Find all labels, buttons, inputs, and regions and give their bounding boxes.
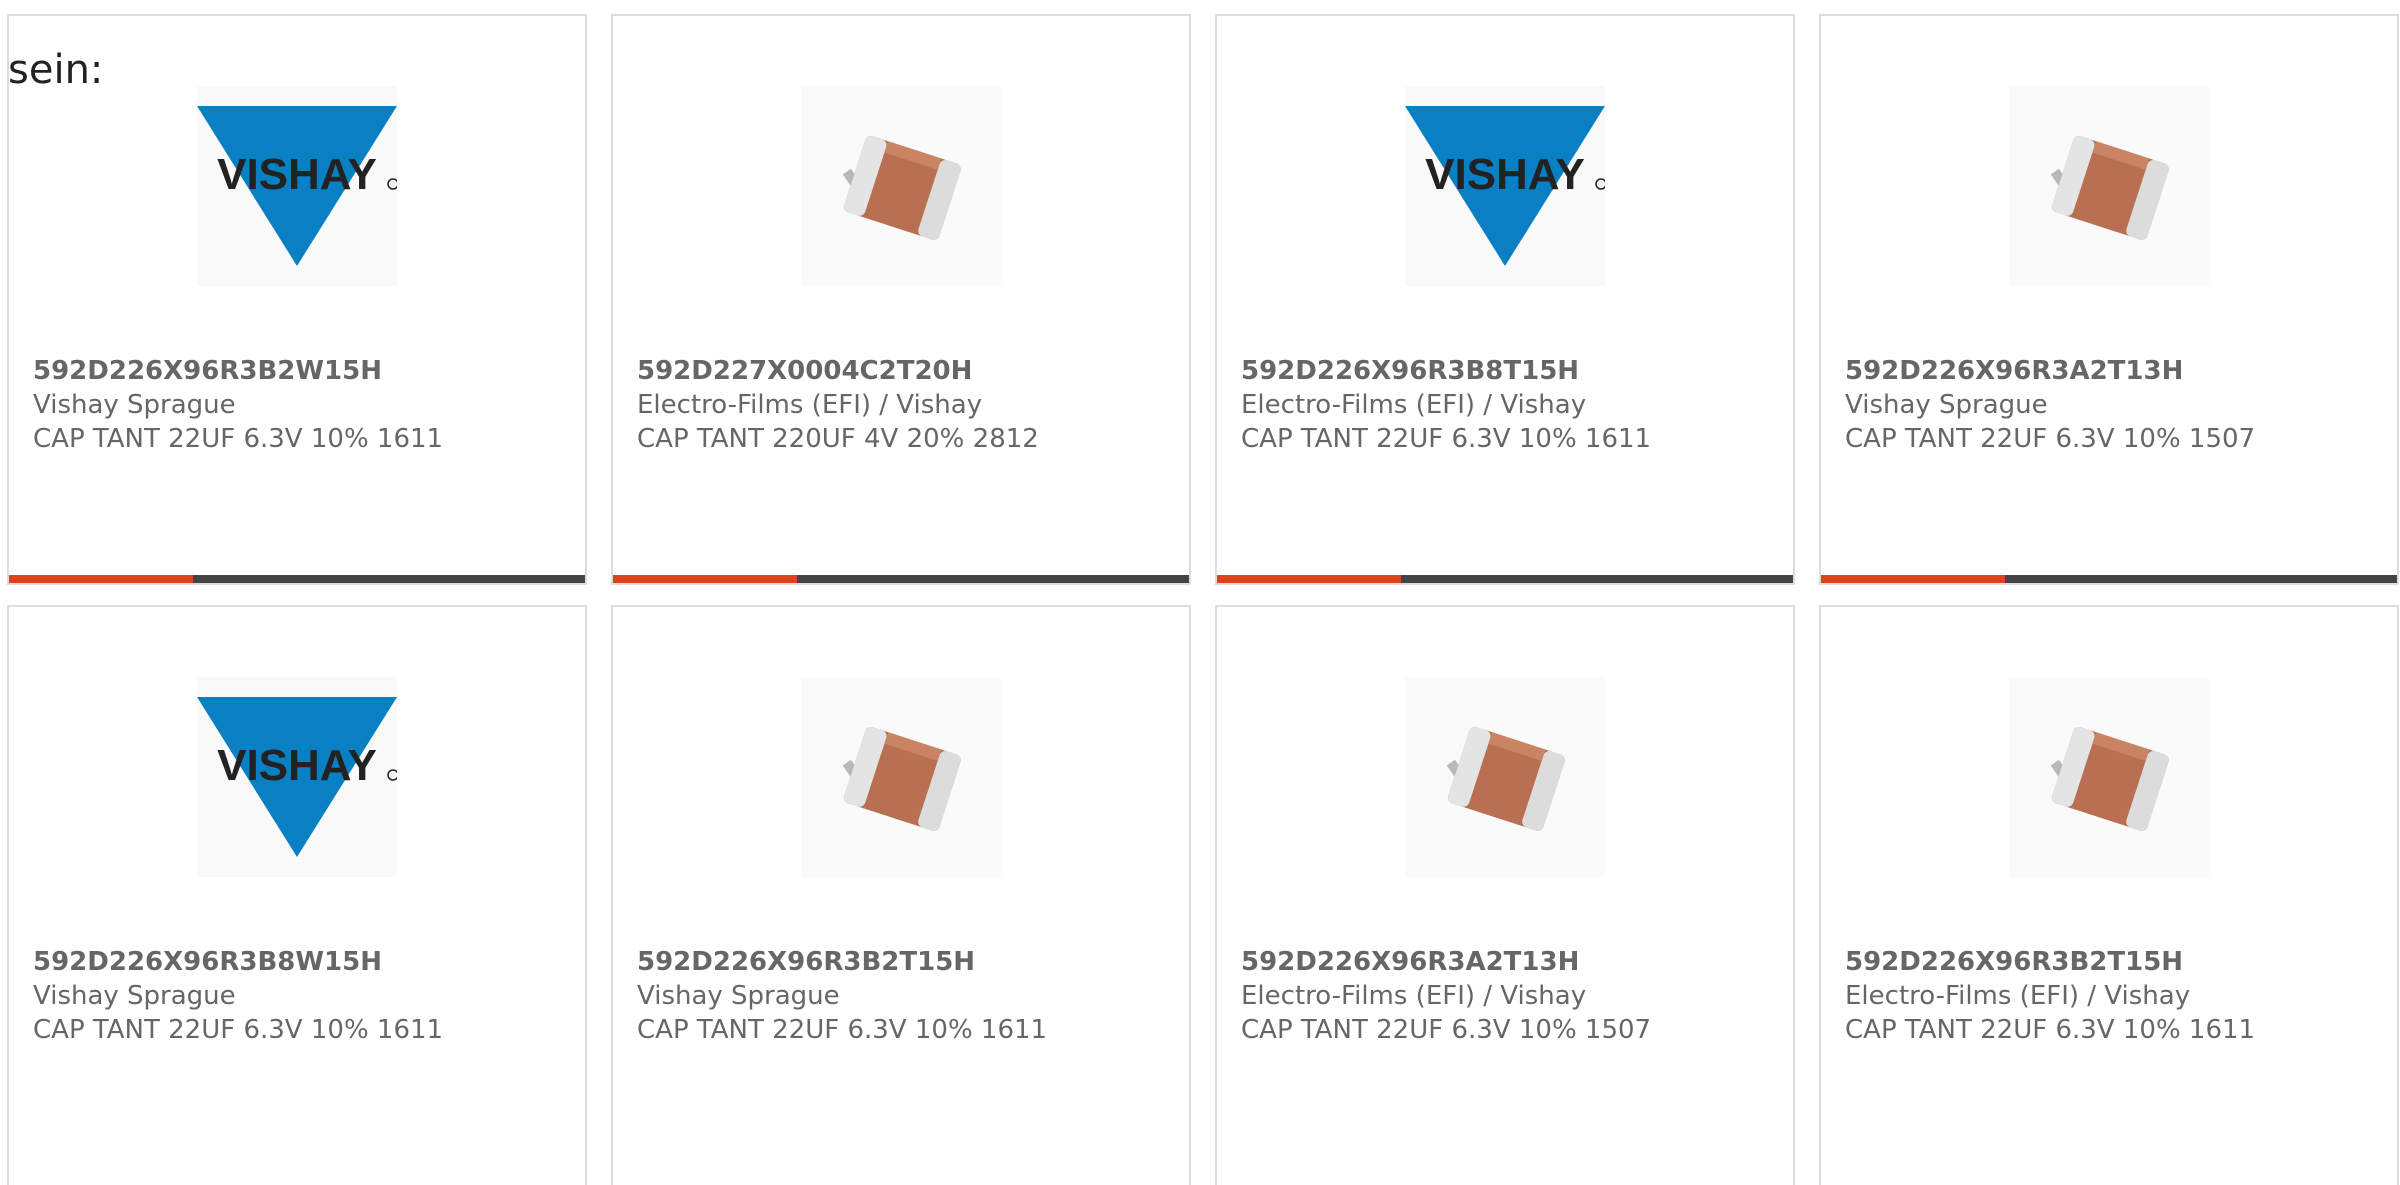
description: CAP TANT 22UF 6.3V 10% 1611 — [1241, 424, 1652, 454]
part-number[interactable]: 592D226X96R3B2T15H — [1845, 945, 2387, 979]
part-number[interactable]: 592D227X0004C2T20H — [637, 354, 1179, 388]
vishay-logo-image: VISHAY — [197, 86, 397, 286]
product-card[interactable]: 592D226X96R3B2T15H Vishay Sprague CAP TA… — [611, 605, 1191, 1185]
manufacturer: Vishay Sprague — [1845, 390, 2048, 420]
description: CAP TANT 22UF 6.3V 10% 1611 — [1845, 1015, 2256, 1045]
vishay-logo-image: VISHAY — [197, 677, 397, 877]
capacitor-chip-image — [801, 677, 1001, 877]
progress-bar-fill — [9, 575, 194, 583]
progress-bar — [1217, 575, 1793, 583]
progress-bar-fill — [613, 575, 798, 583]
intro-text: sein: — [8, 47, 104, 93]
description: CAP TANT 22UF 6.3V 10% 1507 — [1241, 1015, 1652, 1045]
progress-bar — [1821, 575, 2397, 583]
progress-bar — [9, 575, 585, 583]
product-grid: VISHAY 592D226X96R3B2W15H Vishay Sprague… — [7, 14, 2400, 1185]
part-number[interactable]: 592D226X96R3B2T15H — [637, 945, 1179, 979]
progress-bar-fill — [1217, 575, 1402, 583]
manufacturer: Vishay Sprague — [33, 390, 236, 420]
manufacturer: Electro-Films (EFI) / Vishay — [637, 390, 983, 420]
product-card[interactable]: 592D226X96R3A2T13H Electro-Films (EFI) /… — [1215, 605, 1795, 1185]
vishay-logo-text: VISHAY — [217, 741, 377, 790]
progress-bar-fill — [1821, 575, 2006, 583]
product-card[interactable]: 592D227X0004C2T20H Electro-Films (EFI) /… — [611, 14, 1191, 585]
part-number[interactable]: 592D226X96R3B2W15H — [33, 354, 575, 388]
description: CAP TANT 220UF 4V 20% 2812 — [637, 424, 1039, 454]
part-number[interactable]: 592D226X96R3A2T13H — [1845, 354, 2387, 388]
capacitor-chip-image — [801, 86, 1001, 286]
capacitor-chip-image — [1405, 677, 1605, 877]
vishay-logo-text: VISHAY — [217, 150, 377, 199]
product-card[interactable]: 592D226X96R3A2T13H Vishay Sprague CAP TA… — [1819, 14, 2399, 585]
vishay-logo-text: VISHAY — [1425, 150, 1585, 199]
product-card[interactable]: VISHAY 592D226X96R3B8T15H Electro-Films … — [1215, 14, 1795, 585]
capacitor-chip-image — [2009, 86, 2209, 286]
manufacturer: Vishay Sprague — [637, 981, 840, 1011]
part-number[interactable]: 592D226X96R3A2T13H — [1241, 945, 1783, 979]
description: CAP TANT 22UF 6.3V 10% 1507 — [1845, 424, 2256, 454]
manufacturer: Electro-Films (EFI) / Vishay — [1845, 981, 2191, 1011]
manufacturer: Electro-Films (EFI) / Vishay — [1241, 981, 1587, 1011]
progress-bar — [613, 575, 1189, 583]
description: CAP TANT 22UF 6.3V 10% 1611 — [33, 424, 444, 454]
capacitor-chip-image — [2009, 677, 2209, 877]
product-card[interactable]: VISHAY 592D226X96R3B2W15H Vishay Sprague… — [7, 14, 587, 585]
product-card[interactable]: 592D226X96R3B2T15H Electro-Films (EFI) /… — [1819, 605, 2399, 1185]
manufacturer: Vishay Sprague — [33, 981, 236, 1011]
description: CAP TANT 22UF 6.3V 10% 1611 — [33, 1015, 444, 1045]
product-card[interactable]: VISHAY 592D226X96R3B8W15H Vishay Sprague… — [7, 605, 587, 1185]
part-number[interactable]: 592D226X96R3B8T15H — [1241, 354, 1783, 388]
vishay-logo-image: VISHAY — [1405, 86, 1605, 286]
part-number[interactable]: 592D226X96R3B8W15H — [33, 945, 575, 979]
description: CAP TANT 22UF 6.3V 10% 1611 — [637, 1015, 1048, 1045]
manufacturer: Electro-Films (EFI) / Vishay — [1241, 390, 1587, 420]
